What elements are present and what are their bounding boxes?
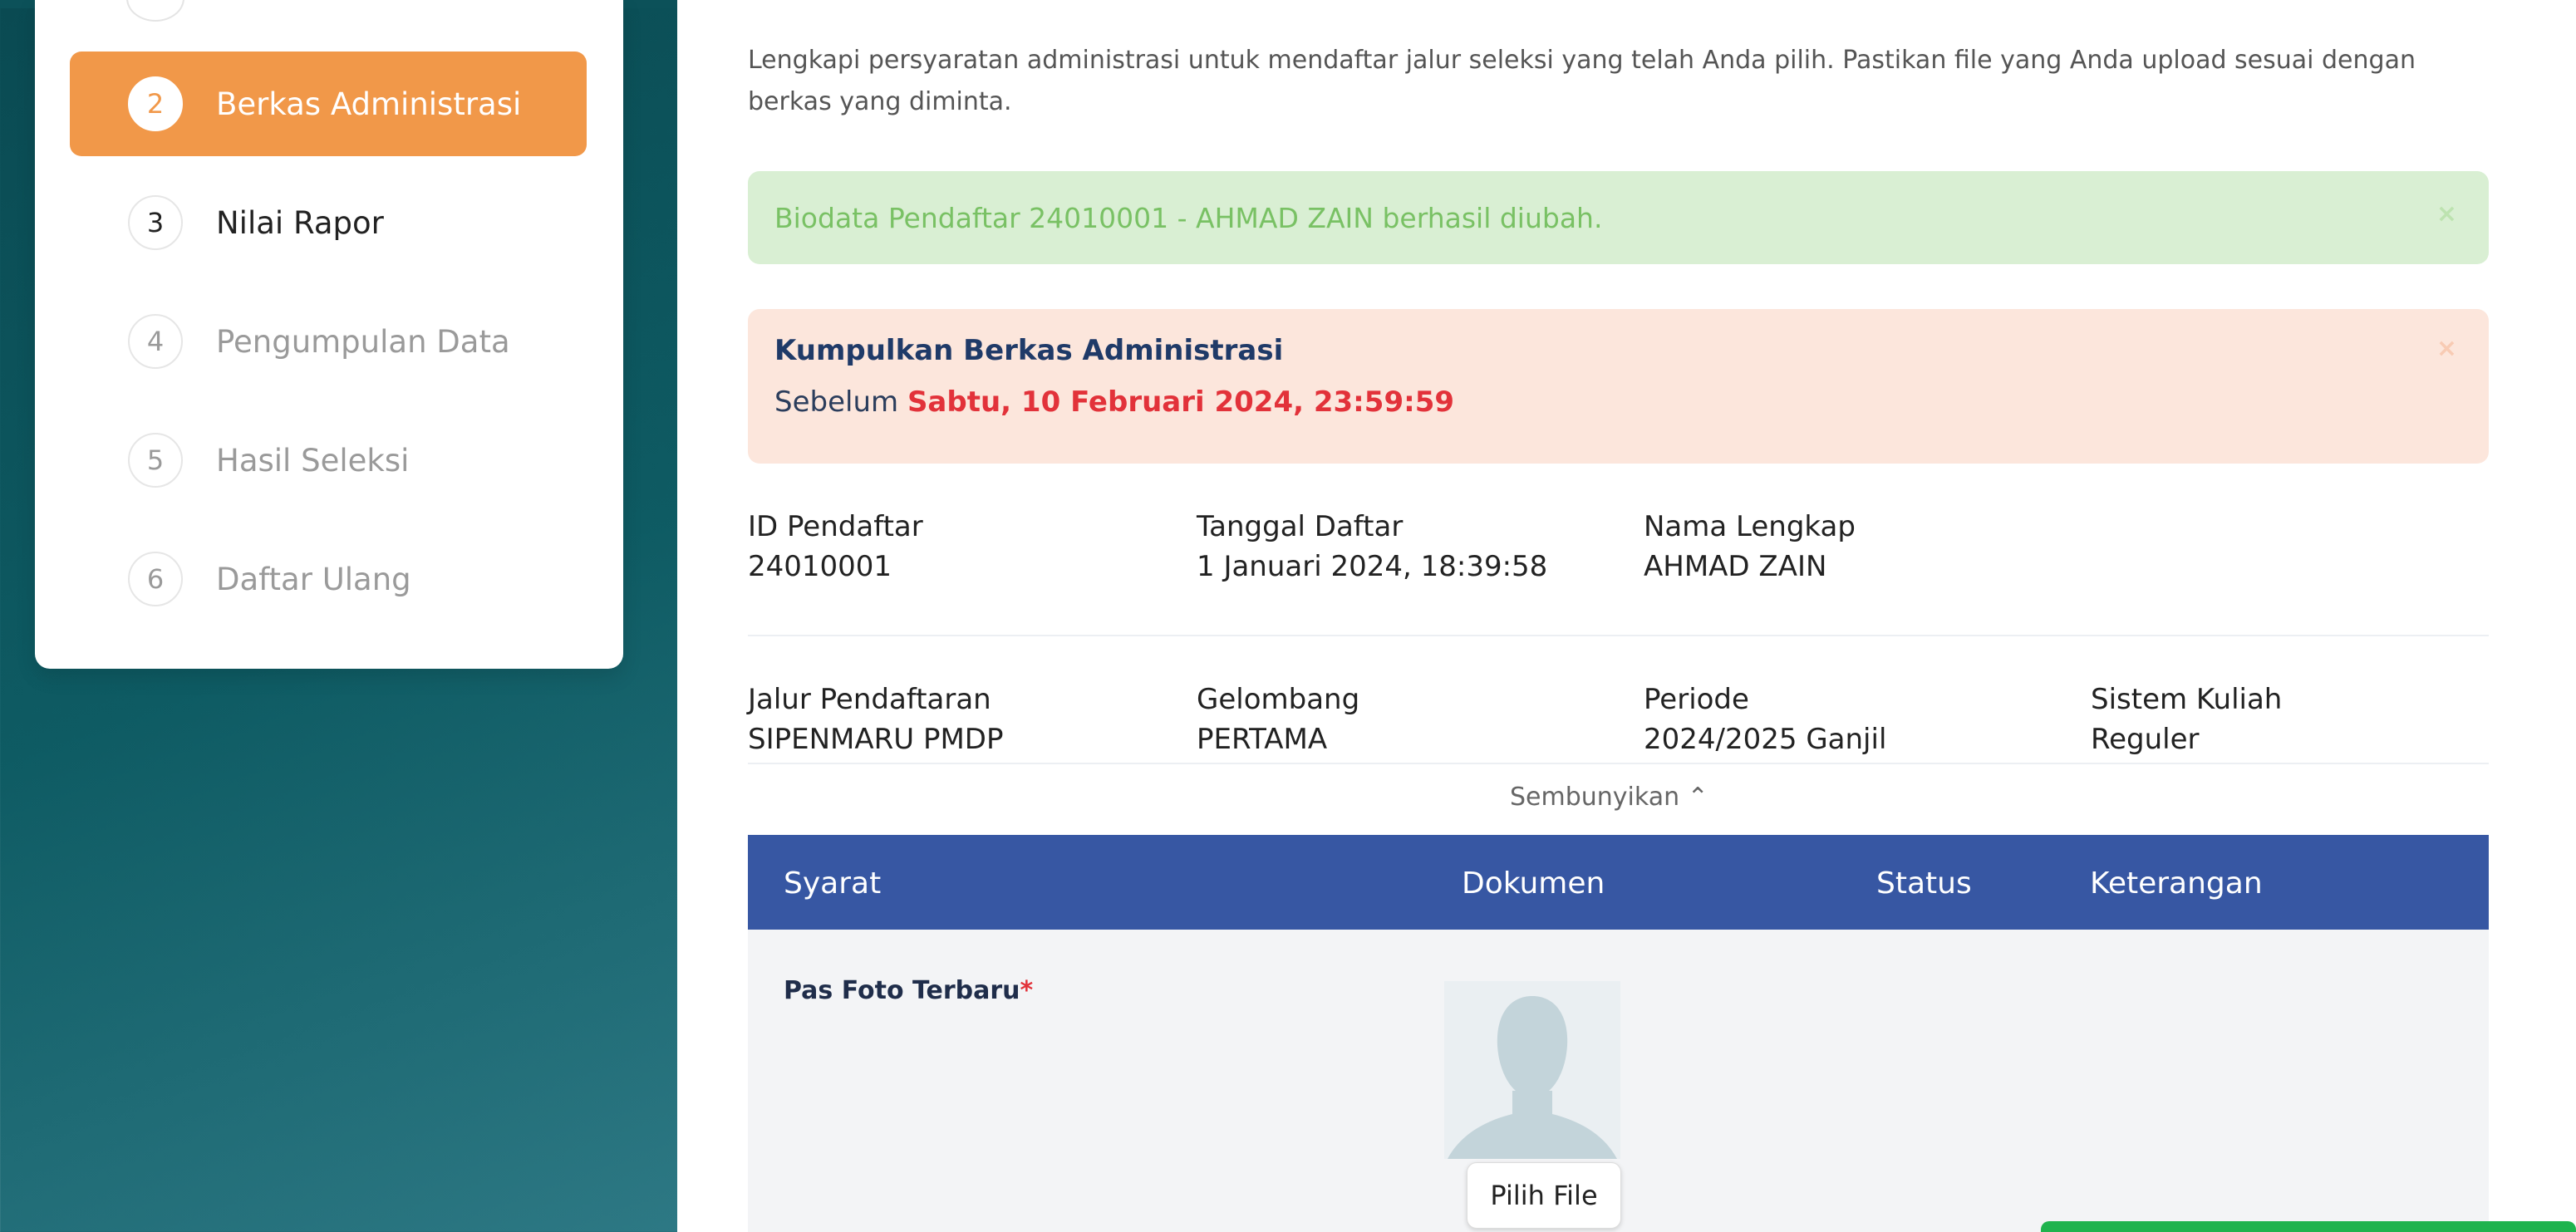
intro-text: Lengkapi persyaratan administrasi untuk …	[748, 46, 2416, 116]
registrant-info-row: ID Pendaftar 24010001 Tanggal Daftar 1 J…	[748, 510, 2489, 585]
study-system: Sistem Kuliah Reguler	[2091, 683, 2283, 756]
step-label: Daftar Ulang	[216, 561, 411, 597]
divider	[748, 763, 2489, 764]
step-number: 6	[128, 552, 183, 606]
registration-details-row: Jalur Pendaftaran SIPENMARU PMDP Gelomba…	[748, 683, 2489, 758]
step-number: 3	[128, 195, 183, 250]
registration-date: Tanggal Daftar 1 Januari 2024, 18:39:58	[1197, 510, 1548, 583]
step-number: 4	[128, 314, 183, 369]
step-label: Berkas Administrasi	[216, 86, 522, 122]
chat-widget-edge[interactable]	[2041, 1221, 2576, 1232]
registration-wave: Gelombang PERTAMA	[1197, 683, 1360, 756]
step-number: 2	[128, 76, 183, 131]
close-icon[interactable]: ×	[2436, 334, 2457, 363]
sidebar-item-nilai-rapor[interactable]: 3 Nilai Rapor	[70, 170, 587, 275]
registrant-id: ID Pendaftar 24010001	[748, 510, 923, 583]
deadline-alert: Kumpulkan Berkas Administrasi Sebelum Sa…	[748, 309, 2489, 464]
sidebar-item-hasil-seleksi[interactable]: 5 Hasil Seleksi	[70, 408, 587, 513]
hide-details-toggle[interactable]: Sembunyikan ⌃	[1510, 783, 1708, 812]
step-number: 5	[128, 433, 183, 488]
table-row: Pas Foto Terbaru* Pilih File	[748, 930, 2489, 1232]
deadline-date: Sabtu, 10 Februari 2024, 23:59:59	[907, 385, 1455, 419]
sidebar-item-berkas-administrasi[interactable]: 2 Berkas Administrasi	[70, 52, 587, 156]
column-header-syarat: Syarat	[784, 866, 882, 901]
deadline-prefix: Sebelum	[774, 385, 899, 419]
success-alert-text: Biodata Pendaftar 24010001 - AHMAD ZAIN …	[774, 201, 1603, 234]
registration-path: Jalur Pendaftaran SIPENMARU PMDP	[748, 683, 1004, 756]
photo-placeholder	[1444, 981, 1620, 1159]
table-header: Syarat Dokumen Status Keterangan	[748, 835, 2489, 930]
choose-file-button[interactable]: Pilih File	[1467, 1162, 1621, 1229]
deadline-line: Sebelum Sabtu, 10 Februari 2024, 23:59:5…	[774, 385, 2462, 419]
registration-period: Periode 2024/2025 Ganjil	[1644, 683, 1887, 756]
deadline-alert-title: Kumpulkan Berkas Administrasi	[774, 334, 1284, 367]
step-sidebar: 2 Berkas Administrasi 3 Nilai Rapor 4 Pe…	[35, 0, 623, 669]
sidebar-item-daftar-ulang[interactable]: 6 Daftar Ulang	[70, 527, 587, 631]
column-header-dokumen: Dokumen	[1462, 866, 1605, 901]
step-label: Hasil Seleksi	[216, 442, 410, 479]
sidebar-item-pengumpulan-data[interactable]: 4 Pengumpulan Data	[70, 289, 587, 394]
close-icon[interactable]: ×	[2436, 199, 2457, 228]
success-alert: Biodata Pendaftar 24010001 - AHMAD ZAIN …	[748, 171, 2489, 264]
step-label: Pengumpulan Data	[216, 323, 510, 360]
previous-step-circle	[126, 0, 184, 22]
main-content: Lengkapi persyaratan administrasi untuk …	[677, 0, 2576, 1232]
user-silhouette-icon	[1444, 981, 1620, 1159]
required-mark: *	[1020, 976, 1034, 1005]
divider	[748, 635, 2489, 636]
column-header-keterangan: Keterangan	[2090, 866, 2263, 901]
step-label: Nilai Rapor	[216, 204, 384, 241]
full-name: Nama Lengkap AHMAD ZAIN	[1644, 510, 1856, 583]
requirement-label: Pas Foto Terbaru*	[784, 976, 1034, 1005]
column-header-status: Status	[1876, 866, 1972, 901]
requirements-table: Syarat Dokumen Status Keterangan Pas Fot…	[748, 835, 2489, 1232]
